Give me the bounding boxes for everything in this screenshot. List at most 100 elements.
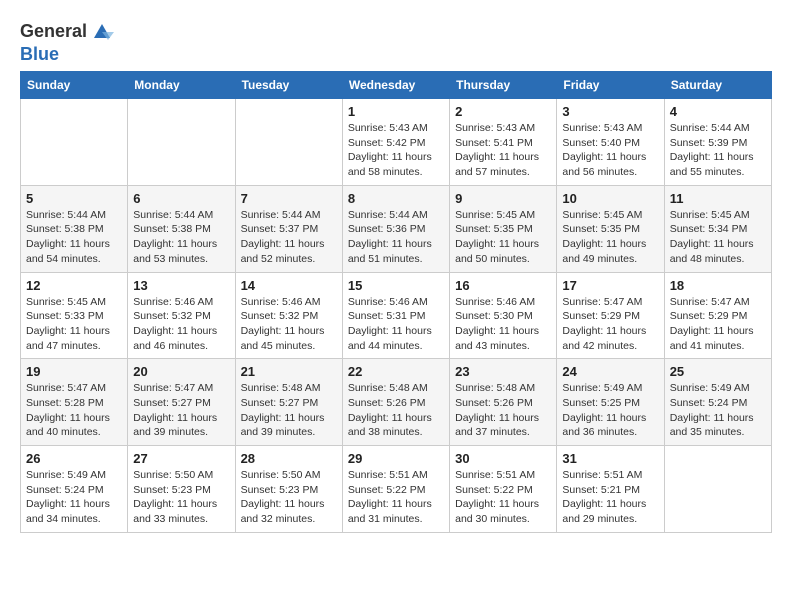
day-info: Sunrise: 5:44 AMSunset: 5:36 PMDaylight:… [348, 208, 444, 267]
day-info: Sunrise: 5:49 AMSunset: 5:24 PMDaylight:… [670, 381, 766, 440]
week-row-1: 1Sunrise: 5:43 AMSunset: 5:42 PMDaylight… [21, 99, 772, 186]
calendar-cell [21, 99, 128, 186]
day-number: 19 [26, 364, 122, 379]
day-info: Sunrise: 5:47 AMSunset: 5:28 PMDaylight:… [26, 381, 122, 440]
day-info: Sunrise: 5:48 AMSunset: 5:26 PMDaylight:… [455, 381, 551, 440]
day-info: Sunrise: 5:45 AMSunset: 5:33 PMDaylight:… [26, 295, 122, 354]
day-number: 23 [455, 364, 551, 379]
day-info: Sunrise: 5:46 AMSunset: 5:32 PMDaylight:… [133, 295, 229, 354]
calendar-cell: 23 Sunrise: 5:48 AMSunset: 5:26 PMDayligh… [450, 359, 557, 446]
calendar-cell [235, 99, 342, 186]
day-number: 28 [241, 451, 337, 466]
week-row-3: 12 Sunrise: 5:45 AMSunset: 5:33 PMDayligh… [21, 272, 772, 359]
calendar-cell: 28 Sunrise: 5:50 AMSunset: 5:23 PMDayligh… [235, 446, 342, 533]
day-number: 5 [26, 191, 122, 206]
col-monday: Monday [128, 72, 235, 99]
day-info: Sunrise: 5:46 AMSunset: 5:32 PMDaylight:… [241, 295, 337, 354]
calendar-cell: 25 Sunrise: 5:49 AMSunset: 5:24 PMDayligh… [664, 359, 771, 446]
day-number: 18 [670, 278, 766, 293]
day-number: 10 [562, 191, 658, 206]
calendar-cell: 9 Sunrise: 5:45 AMSunset: 5:35 PMDaylight… [450, 185, 557, 272]
calendar-cell: 27Sunrise: 5:50 AMSunset: 5:23 PMDayligh… [128, 446, 235, 533]
day-number: 6 [133, 191, 229, 206]
calendar-cell: 20Sunrise: 5:47 AMSunset: 5:27 PMDayligh… [128, 359, 235, 446]
day-number: 30 [455, 451, 551, 466]
day-number: 3 [562, 104, 658, 119]
day-number: 7 [241, 191, 337, 206]
day-info: Sunrise: 5:47 AMSunset: 5:29 PMDaylight:… [562, 295, 658, 354]
logo-general: General [20, 21, 87, 42]
calendar-cell: 16 Sunrise: 5:46 AMSunset: 5:30 PMDayligh… [450, 272, 557, 359]
day-info: Sunrise: 5:43 AMSunset: 5:42 PMDaylight:… [348, 121, 444, 180]
calendar-cell: 12 Sunrise: 5:45 AMSunset: 5:33 PMDayligh… [21, 272, 128, 359]
day-number: 16 [455, 278, 551, 293]
day-number: 12 [26, 278, 122, 293]
calendar-cell: 1Sunrise: 5:43 AMSunset: 5:42 PMDaylight… [342, 99, 449, 186]
calendar-cell: 30 Sunrise: 5:51 AMSunset: 5:22 PMDayligh… [450, 446, 557, 533]
logo-icon [89, 18, 115, 44]
day-number: 2 [455, 104, 551, 119]
calendar-cell: 21Sunrise: 5:48 AMSunset: 5:27 PMDayligh… [235, 359, 342, 446]
col-friday: Friday [557, 72, 664, 99]
day-info: Sunrise: 5:48 AMSunset: 5:26 PMDaylight:… [348, 381, 444, 440]
calendar-cell: 17 Sunrise: 5:47 AMSunset: 5:29 PMDayligh… [557, 272, 664, 359]
day-number: 4 [670, 104, 766, 119]
day-info: Sunrise: 5:46 AMSunset: 5:31 PMDaylight:… [348, 295, 444, 354]
day-info: Sunrise: 5:50 AMSunset: 5:23 PMDaylight:… [241, 468, 337, 527]
calendar-cell: 11 Sunrise: 5:45 AMSunset: 5:34 PMDayligh… [664, 185, 771, 272]
day-number: 17 [562, 278, 658, 293]
calendar-cell: 2 Sunrise: 5:43 AMSunset: 5:41 PMDaylight… [450, 99, 557, 186]
day-info: Sunrise: 5:50 AMSunset: 5:23 PMDaylight:… [133, 468, 229, 527]
calendar-cell: 15 Sunrise: 5:46 AMSunset: 5:31 PMDayligh… [342, 272, 449, 359]
calendar-cell: 6 Sunrise: 5:44 AMSunset: 5:38 PMDaylight… [128, 185, 235, 272]
calendar-cell: 5Sunrise: 5:44 AMSunset: 5:38 PMDaylight… [21, 185, 128, 272]
day-number: 24 [562, 364, 658, 379]
day-number: 26 [26, 451, 122, 466]
calendar-cell: 7 Sunrise: 5:44 AMSunset: 5:37 PMDaylight… [235, 185, 342, 272]
header: General Blue [20, 18, 772, 65]
logo-text: General Blue [20, 18, 115, 65]
day-number: 9 [455, 191, 551, 206]
day-info: Sunrise: 5:43 AMSunset: 5:41 PMDaylight:… [455, 121, 551, 180]
week-row-2: 5 Sunrise: 5:44 AMSunset: 5:38 PMDaylight… [21, 185, 772, 272]
day-info: Sunrise: 5:43 AMSunset: 5:40 PMDaylight:… [562, 121, 658, 180]
day-info: Sunrise: 5:49 AMSunset: 5:25 PMDaylight:… [562, 381, 658, 440]
calendar-cell [664, 446, 771, 533]
col-wednesday: Wednesday [342, 72, 449, 99]
day-info: Sunrise: 5:45 AMSunset: 5:35 PMDaylight:… [455, 208, 551, 267]
calendar-cell: 26Sunrise: 5:49 AMSunset: 5:24 PMDayligh… [21, 446, 128, 533]
calendar-cell: 22Sunrise: 5:48 AMSunset: 5:26 PMDayligh… [342, 359, 449, 446]
day-number: 31 [562, 451, 658, 466]
day-info: Sunrise: 5:45 AMSunset: 5:35 PMDaylight:… [562, 208, 658, 267]
col-sunday: Sunday [21, 72, 128, 99]
calendar-cell [128, 99, 235, 186]
day-info: Sunrise: 5:48 AMSunset: 5:27 PMDaylight:… [241, 381, 337, 440]
logo-blue: Blue [20, 44, 59, 64]
day-info: Sunrise: 5:46 AMSunset: 5:30 PMDaylight:… [455, 295, 551, 354]
day-info: Sunrise: 5:44 AMSunset: 5:39 PMDaylight:… [670, 121, 766, 180]
day-number: 15 [348, 278, 444, 293]
day-header-row: Sunday Monday Tuesday Wednesday Thursday… [21, 72, 772, 99]
day-number: 14 [241, 278, 337, 293]
col-saturday: Saturday [664, 72, 771, 99]
day-info: Sunrise: 5:51 AMSunset: 5:22 PMDaylight:… [348, 468, 444, 527]
calendar-cell: 18 Sunrise: 5:47 AMSunset: 5:29 PMDayligh… [664, 272, 771, 359]
day-info: Sunrise: 5:51 AMSunset: 5:22 PMDaylight:… [455, 468, 551, 527]
calendar-cell: 29 Sunrise: 5:51 AMSunset: 5:22 PMDayligh… [342, 446, 449, 533]
day-info: Sunrise: 5:47 AMSunset: 5:27 PMDaylight:… [133, 381, 229, 440]
day-info: Sunrise: 5:44 AMSunset: 5:37 PMDaylight:… [241, 208, 337, 267]
calendar-cell: 3 Sunrise: 5:43 AMSunset: 5:40 PMDaylight… [557, 99, 664, 186]
day-info: Sunrise: 5:44 AMSunset: 5:38 PMDaylight:… [133, 208, 229, 267]
day-number: 8 [348, 191, 444, 206]
day-info: Sunrise: 5:45 AMSunset: 5:34 PMDaylight:… [670, 208, 766, 267]
day-number: 25 [670, 364, 766, 379]
calendar-cell: 10 Sunrise: 5:45 AMSunset: 5:35 PMDayligh… [557, 185, 664, 272]
calendar-table: Sunday Monday Tuesday Wednesday Thursday… [20, 71, 772, 533]
day-number: 29 [348, 451, 444, 466]
calendar-cell: 14 Sunrise: 5:46 AMSunset: 5:32 PMDayligh… [235, 272, 342, 359]
day-info: Sunrise: 5:51 AMSunset: 5:21 PMDaylight:… [562, 468, 658, 527]
day-number: 11 [670, 191, 766, 206]
week-row-4: 19 Sunrise: 5:47 AMSunset: 5:28 PMDayligh… [21, 359, 772, 446]
day-info: Sunrise: 5:47 AMSunset: 5:29 PMDaylight:… [670, 295, 766, 354]
day-number: 13 [133, 278, 229, 293]
